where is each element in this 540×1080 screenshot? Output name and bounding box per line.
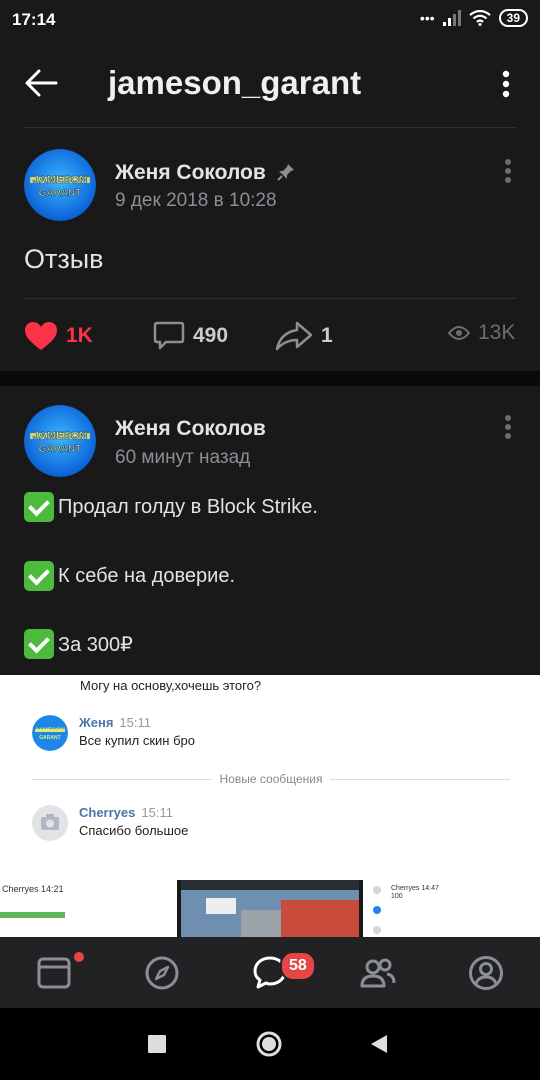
message-text: Спасибо большое	[79, 823, 189, 838]
svg-text:GARANT: GARANT	[39, 735, 60, 741]
like-button[interactable]: 1K	[24, 321, 93, 351]
signal-icon	[442, 10, 461, 26]
check-mark-icon	[24, 629, 54, 659]
check-mark-icon	[24, 561, 54, 591]
message-author: Женя	[79, 715, 114, 730]
tab-friends-icon[interactable]	[360, 955, 396, 991]
thumbnail[interactable]: Cherryes 14:21	[0, 880, 177, 937]
message-author: Cherryes	[79, 805, 136, 820]
svg-text:JAMESON: JAMESON	[33, 174, 87, 186]
bottom-tab-bar	[0, 937, 540, 1008]
post-more-icon[interactable]	[504, 414, 512, 440]
image-thumbnails: Cherryes 14:21 Cherryes 14:47 100	[0, 880, 540, 937]
status-time: 17:14	[12, 10, 56, 29]
svg-text:GARANT: GARANT	[39, 188, 82, 199]
page-title: jameson_garant	[108, 64, 362, 101]
attached-screenshot[interactable]: Могу на основу,хочешь этого? JAMESON GARA…	[0, 675, 540, 880]
post-line: Продал голду в Block Strike.	[24, 492, 318, 522]
back-arrow-icon[interactable]	[24, 68, 58, 98]
share-count: 1	[321, 324, 333, 347]
avatar[interactable]: JAMESON GARANT	[24, 149, 96, 221]
tab-news-icon[interactable]	[36, 955, 72, 991]
avatar: JAMESON GARANT	[32, 715, 68, 751]
dots-icon: •••	[419, 10, 435, 26]
message-time: 15:11	[141, 805, 173, 820]
share-icon	[275, 321, 313, 351]
pin-icon	[277, 164, 294, 181]
comment-icon	[153, 321, 185, 350]
tab-discover-icon[interactable]	[144, 955, 180, 991]
wifi-icon	[468, 10, 491, 26]
post-time: 60 минут назад	[115, 447, 251, 468]
system-nav-bar	[0, 1008, 540, 1080]
like-count: 1K	[66, 324, 93, 347]
svg-text:GARANT: GARANT	[39, 444, 82, 455]
avatar[interactable]: JAMESON GARANT	[24, 405, 96, 477]
message-text: Все купил скин бро	[79, 733, 195, 748]
new-messages-divider: Новые сообщения	[32, 771, 511, 787]
camera-icon	[32, 805, 68, 841]
post-line: За 300₽	[24, 629, 133, 659]
svg-text:JAMESON: JAMESON	[33, 430, 87, 442]
screenshot-text: Могу на основу,хочешь этого?	[80, 678, 262, 693]
message-time: 15:11	[119, 715, 151, 730]
comment-button[interactable]: 490	[153, 321, 228, 351]
post-date: 9 дек 2018 в 10:28	[115, 190, 277, 211]
more-vertical-icon[interactable]	[502, 70, 510, 98]
post-line: К себе на доверие.	[24, 561, 235, 591]
home-icon[interactable]	[256, 1031, 282, 1057]
messages-badge: 58	[280, 951, 316, 981]
post-separator	[0, 371, 540, 386]
thumbnail[interactable]	[181, 880, 359, 937]
comment-count: 490	[193, 324, 229, 347]
eye-icon	[448, 326, 470, 340]
notification-dot	[72, 950, 86, 964]
thumbnail[interactable]: Cherryes 14:47 100	[363, 880, 540, 937]
post-author[interactable]: Женя Соколов	[115, 161, 266, 185]
app-bar: jameson_garant	[0, 40, 540, 128]
view-count: 13K	[478, 321, 516, 344]
views: 13K	[448, 321, 515, 345]
post-text: Отзыв	[24, 244, 104, 274]
share-button[interactable]: 1	[275, 321, 333, 351]
check-mark-icon	[24, 492, 54, 522]
recents-icon[interactable]	[148, 1035, 166, 1053]
divider	[24, 298, 516, 299]
post: JAMESON GARANT Женя Соколов 60 минут наза…	[0, 386, 540, 675]
post-author[interactable]: Женя Соколов	[115, 417, 266, 441]
post-more-icon[interactable]	[504, 158, 512, 184]
post-actions: 1K 490 1 13K	[0, 307, 540, 367]
heart-icon	[25, 322, 57, 350]
battery-indicator: 39	[498, 9, 528, 27]
tab-profile-icon[interactable]	[468, 955, 504, 991]
back-triangle-icon[interactable]	[370, 1034, 388, 1054]
status-bar: 17:14 ••• 39	[0, 0, 540, 40]
svg-text:JAMESON: JAMESON	[35, 728, 65, 734]
